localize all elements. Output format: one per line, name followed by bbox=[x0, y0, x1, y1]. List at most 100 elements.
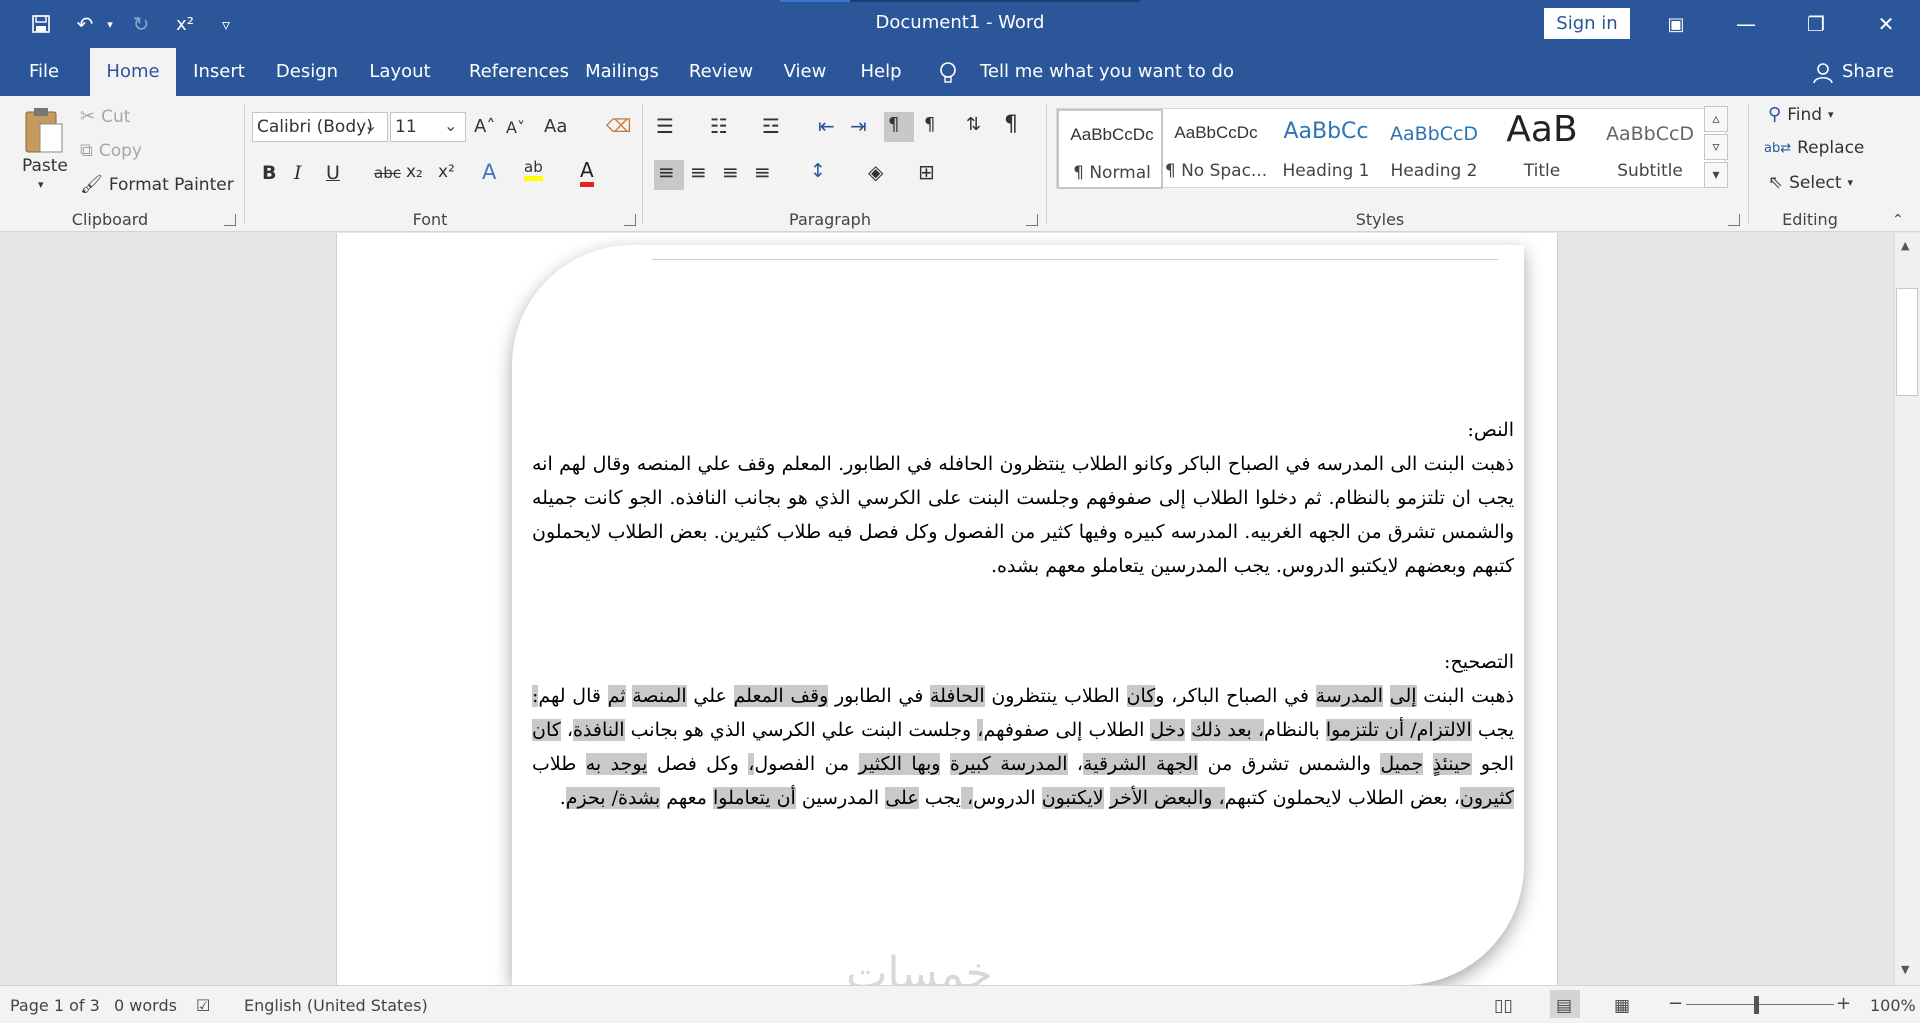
web-layout-icon[interactable]: ▦ bbox=[1614, 996, 1630, 1016]
group-separator bbox=[1748, 104, 1749, 224]
font-color-button[interactable]: A bbox=[580, 158, 594, 187]
text-run: ، bbox=[1067, 753, 1084, 775]
paste-dropdown-icon[interactable]: ▾ bbox=[38, 178, 44, 191]
numbering-icon[interactable]: ☷ bbox=[710, 114, 728, 138]
share-button[interactable]: Share bbox=[1842, 48, 1894, 96]
replace-button[interactable]: ab⇄ Replace bbox=[1764, 138, 1864, 158]
rtl-text-direction-icon[interactable]: ¶ bbox=[888, 114, 899, 135]
strikethrough-button[interactable]: abc bbox=[374, 164, 401, 182]
tab-design[interactable]: Design bbox=[268, 48, 346, 96]
subscript-button[interactable]: x₂ bbox=[406, 162, 423, 182]
tab-mailings[interactable]: Mailings bbox=[584, 48, 660, 96]
highlighted-correction: دخل bbox=[1150, 719, 1186, 741]
bold-button[interactable]: B bbox=[262, 162, 276, 184]
tab-file[interactable]: File bbox=[16, 48, 72, 96]
style-preview: AaBbCcDc bbox=[1070, 125, 1154, 144]
highlight-button[interactable]: ab bbox=[524, 158, 543, 181]
collapse-ribbon-icon[interactable]: ⌃ bbox=[1892, 212, 1904, 228]
scroll-up-icon[interactable]: ▲ bbox=[1901, 239, 1909, 252]
tab-layout[interactable]: Layout bbox=[362, 48, 438, 96]
text-run: . bbox=[559, 787, 566, 809]
zoom-in-button[interactable]: + bbox=[1836, 993, 1851, 1014]
highlighted-correction: على bbox=[885, 787, 919, 809]
scroll-down-icon[interactable]: ▼ bbox=[1901, 963, 1909, 976]
cut-icon: ✂ bbox=[80, 106, 96, 127]
zoom-slider-track[interactable] bbox=[1686, 1004, 1834, 1005]
shrink-font-button[interactable]: A˅ bbox=[506, 118, 525, 137]
tab-references[interactable]: References bbox=[456, 48, 582, 96]
find-button[interactable]: ⚲ Find ▾ bbox=[1768, 104, 1834, 125]
copy-button[interactable]: ⧉ Copy bbox=[80, 140, 142, 161]
styles-group-label: Styles bbox=[1355, 210, 1405, 229]
zoom-out-button[interactable]: − bbox=[1668, 993, 1683, 1014]
style-normal[interactable]: AaBbCcDc ¶ Normal bbox=[1057, 109, 1163, 189]
line-spacing-icon[interactable]: ↕ bbox=[810, 160, 826, 182]
select-button[interactable]: ⇖ Select ▾ bbox=[1768, 172, 1853, 193]
style-no-spacing[interactable]: AaBbCcDc ¶ No Spac... bbox=[1163, 109, 1269, 189]
tab-home[interactable]: Home bbox=[90, 48, 176, 96]
tab-review[interactable]: Review bbox=[684, 48, 758, 96]
select-cursor-icon: ⇖ bbox=[1768, 172, 1784, 193]
gallery-more-icon[interactable]: ▾ bbox=[1704, 162, 1728, 188]
tell-me-search[interactable]: Tell me what you want to do bbox=[980, 48, 1234, 96]
style-heading-1[interactable]: AaBbCc Heading 1 bbox=[1273, 109, 1379, 189]
italic-button[interactable]: I bbox=[294, 162, 302, 184]
scrollbar-thumb[interactable] bbox=[1896, 288, 1918, 396]
format-painter-button[interactable]: 🖌 Format Painter bbox=[80, 174, 234, 195]
borders-icon[interactable]: ⊞ bbox=[918, 160, 935, 184]
paste-button[interactable]: Paste bbox=[22, 156, 68, 176]
print-layout-icon[interactable]: ▤ bbox=[1556, 996, 1572, 1016]
ltr-text-direction-icon[interactable]: ¶ bbox=[924, 114, 935, 135]
original-text-paragraph: ذهبت البنت الى المدرسه في الصباح الباكر … bbox=[532, 453, 1514, 577]
paragraph-launcher-icon[interactable] bbox=[1026, 214, 1038, 226]
change-case-button[interactable]: Aa bbox=[544, 116, 567, 137]
decrease-indent-icon[interactable]: ⇤ bbox=[818, 114, 835, 138]
language-status[interactable]: English (United States) bbox=[244, 996, 428, 1015]
align-center-icon[interactable]: ≡ bbox=[690, 160, 707, 184]
justify-icon[interactable]: ≡ bbox=[754, 160, 771, 184]
gallery-up-icon[interactable]: ▵ bbox=[1704, 106, 1728, 132]
tab-insert[interactable]: Insert bbox=[186, 48, 252, 96]
sign-in-button[interactable]: Sign in bbox=[1544, 8, 1630, 39]
align-right-icon[interactable]: ≡ bbox=[722, 160, 739, 184]
clipboard-launcher-icon[interactable] bbox=[224, 214, 236, 226]
minimize-icon[interactable]: — bbox=[1711, 0, 1781, 48]
multilevel-list-icon[interactable]: ☲ bbox=[762, 114, 780, 138]
sort-icon[interactable]: ⇅ bbox=[966, 114, 981, 135]
page-count[interactable]: Page 1 of 3 bbox=[10, 996, 100, 1015]
bullets-icon[interactable]: ☰ bbox=[656, 114, 674, 138]
text-effects-button[interactable]: A bbox=[482, 160, 496, 184]
restore-icon[interactable]: ❐ bbox=[1781, 0, 1851, 48]
read-mode-icon[interactable]: ▯▯ bbox=[1494, 996, 1513, 1016]
style-name: Subtitle bbox=[1617, 161, 1683, 181]
underline-button[interactable]: U bbox=[326, 162, 340, 184]
rounded-text-card[interactable]: النص: ذهبت البنت الى المدرسه في الصباح ا… bbox=[512, 245, 1524, 985]
font-launcher-icon[interactable] bbox=[624, 214, 636, 226]
ribbon-display-options-icon[interactable]: ▣ bbox=[1641, 0, 1711, 48]
style-heading-2[interactable]: AaBbCcD Heading 2 bbox=[1381, 109, 1487, 189]
shading-icon[interactable]: ◈ bbox=[868, 160, 883, 184]
tab-help[interactable]: Help bbox=[856, 48, 906, 96]
styles-launcher-icon[interactable] bbox=[1728, 214, 1740, 226]
clear-formatting-icon[interactable]: ⌫ bbox=[606, 116, 631, 137]
close-icon[interactable]: ✕ bbox=[1851, 0, 1920, 48]
gallery-down-icon[interactable]: ▿ bbox=[1704, 134, 1728, 160]
paste-icon[interactable] bbox=[22, 104, 66, 156]
grow-font-button[interactable]: A˄ bbox=[474, 116, 495, 137]
align-left-icon[interactable]: ≡ bbox=[658, 160, 675, 184]
style-title[interactable]: AaB Title bbox=[1489, 109, 1595, 189]
tab-view[interactable]: View bbox=[778, 48, 832, 96]
zoom-slider-thumb[interactable] bbox=[1754, 996, 1759, 1014]
increase-indent-icon[interactable]: ⇥ bbox=[850, 114, 867, 138]
superscript-button[interactable]: x² bbox=[438, 162, 455, 182]
font-size-value: 11 bbox=[395, 117, 417, 137]
show-paragraph-marks-icon[interactable]: ¶ bbox=[1004, 112, 1018, 137]
proofing-icon[interactable]: ☑ bbox=[196, 996, 210, 1015]
style-subtitle[interactable]: AaBbCcD Subtitle bbox=[1597, 109, 1703, 189]
word-count[interactable]: 0 words bbox=[114, 996, 177, 1015]
zoom-level[interactable]: 100% bbox=[1870, 996, 1916, 1015]
cut-button[interactable]: ✂ Cut bbox=[80, 106, 130, 127]
font-size-dropdown-icon[interactable]: ⌄ bbox=[444, 116, 457, 135]
text-run: المدرسين bbox=[795, 787, 886, 809]
font-name-dropdown-icon[interactable]: ⌄ bbox=[364, 116, 377, 135]
